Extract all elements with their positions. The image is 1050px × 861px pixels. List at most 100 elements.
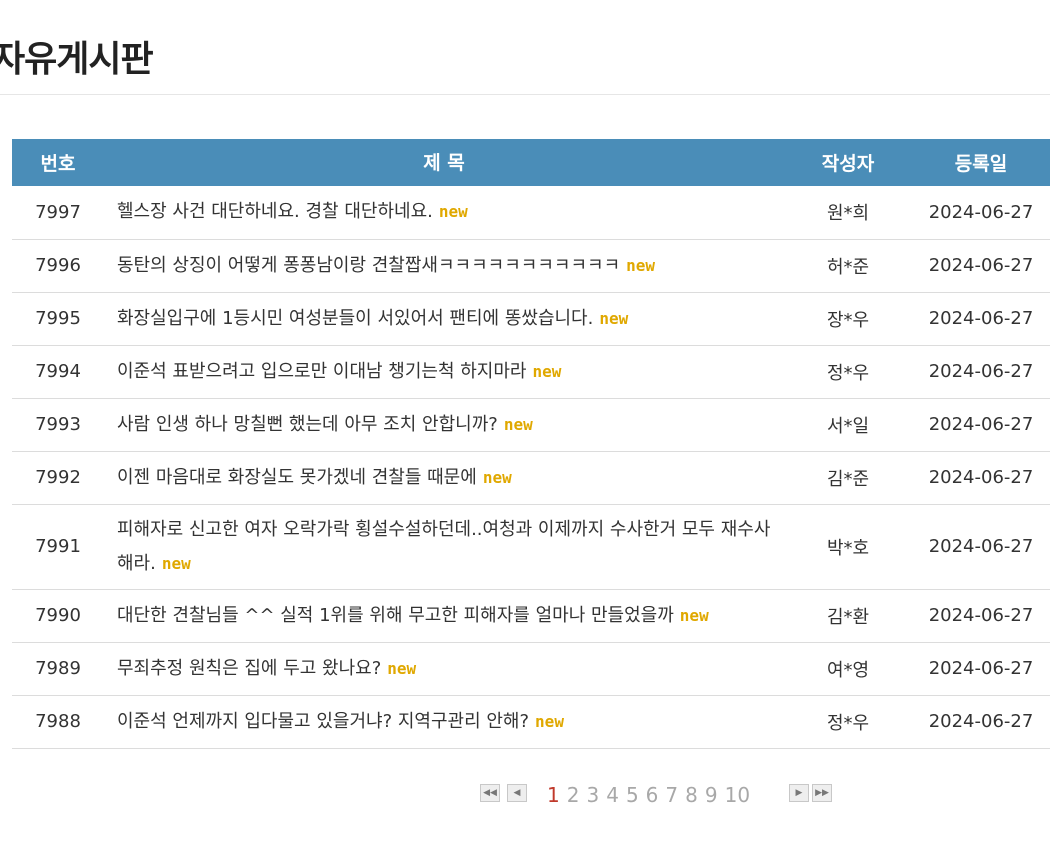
post-number: 7995 xyxy=(12,292,104,346)
post-subject-link[interactable]: 무죄추정 원칙은 집에 두고 왔나요? xyxy=(117,658,381,679)
post-subject-link[interactable]: 피해자로 신고한 여자 오락가락 횡설수설하던데..여청과 이제까지 수사한거 … xyxy=(117,519,770,574)
post-writer: 정*우 xyxy=(784,345,912,399)
post-row: 7989 무죄추정 원칙은 집에 두고 왔나요? new 여*영 2024-06-27 xyxy=(12,642,1050,696)
post-number: 7993 xyxy=(12,398,104,452)
post-date: 2024-06-27 xyxy=(912,398,1050,452)
post-subject-cell: 이준석 표받으려고 입으로만 이대남 챙기는척 하지마라 new xyxy=(104,345,784,399)
board-table: 번호 제 목 작성자 등록일 7997 헬스장 사건 대단하네요. 경찰 대단하네… xyxy=(12,139,1050,749)
post-writer: 박*호 xyxy=(784,504,912,590)
new-badge: new xyxy=(679,605,709,625)
post-subject-link[interactable]: 화장실입구에 1등시민 여성분들이 서있어서 팬티에 똥쌌습니다. xyxy=(117,308,593,329)
post-subject-link[interactable]: 대단한 견찰님들 ^^ 실적 1위를 위해 무고한 피해자를 얼마나 만들었을까 xyxy=(117,605,674,626)
post-subject-cell: 무죄추정 원칙은 집에 두고 왔나요? new xyxy=(104,642,784,696)
post-row: 7993 사람 인생 하나 망칠뻔 했는데 아무 조치 안합니까? new 서*일 20… xyxy=(12,398,1050,452)
post-subject-link[interactable]: 사람 인생 하나 망칠뻔 했는데 아무 조치 안합니까? xyxy=(117,414,498,435)
post-date: 2024-06-27 xyxy=(912,345,1050,399)
post-writer: 원*희 xyxy=(784,186,912,240)
post-writer: 김*환 xyxy=(784,589,912,643)
next-page-button[interactable]: ▶ xyxy=(789,784,809,802)
post-date: 2024-06-27 xyxy=(912,239,1050,293)
new-badge: new xyxy=(532,361,562,381)
post-row: 7988 이준석 언제까지 입다물고 있을거냐? 지역구관리 안해? new 정*우 2… xyxy=(12,695,1050,749)
new-badge: new xyxy=(161,553,191,573)
post-writer: 여*영 xyxy=(784,642,912,696)
post-number: 7988 xyxy=(12,695,104,749)
new-badge: new xyxy=(599,308,629,328)
post-subject-link[interactable]: 이준석 표받으려고 입으로만 이대남 챙기는척 하지마라 xyxy=(117,361,527,382)
prev-page-button[interactable]: ◀ xyxy=(507,784,527,802)
post-subject-link[interactable]: 이젠 마음대로 화장실도 못가겠네 견찰들 때문에 xyxy=(117,467,477,488)
left-arrow-icon: ◀ xyxy=(513,788,521,798)
post-subject-cell: 동탄의 상징이 어떻게 퐁퐁남이랑 견찰짭새ㅋㅋㅋㅋㅋㅋㅋㅋㅋㅋㅋ new xyxy=(104,239,784,293)
post-date: 2024-06-27 xyxy=(912,695,1050,749)
page-number-3[interactable]: 3 xyxy=(586,783,599,807)
page-number-5[interactable]: 5 xyxy=(626,783,639,807)
post-subject-cell: 피해자로 신고한 여자 오락가락 횡설수설하던데..여청과 이제까지 수사한거 … xyxy=(104,504,784,590)
post-subject-link[interactable]: 동탄의 상징이 어떻게 퐁퐁남이랑 견찰짭새ㅋㅋㅋㅋㅋㅋㅋㅋㅋㅋㅋ xyxy=(117,255,620,276)
col-header-subject: 제 목 xyxy=(104,139,784,186)
page-number-10[interactable]: 10 xyxy=(725,783,750,807)
post-number: 7992 xyxy=(12,451,104,505)
post-writer: 서*일 xyxy=(784,398,912,452)
post-date: 2024-06-27 xyxy=(912,589,1050,643)
post-row: 7996 동탄의 상징이 어떻게 퐁퐁남이랑 견찰짭새ㅋㅋㅋㅋㅋㅋㅋㅋㅋㅋㅋ new… xyxy=(12,239,1050,293)
right-arrow-icon: ▶ xyxy=(795,788,803,798)
post-date: 2024-06-27 xyxy=(912,292,1050,346)
post-subject-cell: 화장실입구에 1등시민 여성분들이 서있어서 팬티에 똥쌌습니다. new xyxy=(104,292,784,346)
post-row: 7997 헬스장 사건 대단하네요. 경찰 대단하네요. new 원*희 2024-06… xyxy=(12,186,1050,240)
post-row: 7992 이젠 마음대로 화장실도 못가겠네 견찰들 때문에 new 김*준 2024-… xyxy=(12,451,1050,505)
post-writer: 허*준 xyxy=(784,239,912,293)
post-writer: 정*우 xyxy=(784,695,912,749)
first-page-button[interactable]: ◀◀ xyxy=(480,784,500,802)
post-writer: 김*준 xyxy=(784,451,912,505)
title-bar: 자유게시판 xyxy=(0,0,1050,95)
page-numbers: 1 2 3 4 5 6 7 8 9 10 xyxy=(547,783,757,807)
post-subject-cell: 헬스장 사건 대단하네요. 경찰 대단하네요. new xyxy=(104,186,784,240)
post-number: 7997 xyxy=(12,186,104,240)
post-date: 2024-06-27 xyxy=(912,504,1050,590)
double-left-arrow-icon: ◀◀ xyxy=(483,788,497,798)
post-writer: 장*우 xyxy=(784,292,912,346)
col-header-no: 번호 xyxy=(12,139,104,186)
post-subject-cell: 사람 인생 하나 망칠뻔 했는데 아무 조치 안합니까? new xyxy=(104,398,784,452)
post-number: 7990 xyxy=(12,589,104,643)
board-body: 7997 헬스장 사건 대단하네요. 경찰 대단하네요. new 원*희 2024-06… xyxy=(12,186,1050,749)
post-date: 2024-06-27 xyxy=(912,186,1050,240)
post-row: 7995 화장실입구에 1등시민 여성분들이 서있어서 팬티에 똥쌌습니다. new… xyxy=(12,292,1050,346)
post-row: 7994 이준석 표받으려고 입으로만 이대남 챙기는척 하지마라 new 정*우 20… xyxy=(12,345,1050,399)
post-subject-cell: 이젠 마음대로 화장실도 못가겠네 견찰들 때문에 new xyxy=(104,451,784,505)
last-page-button[interactable]: ▶▶ xyxy=(812,784,832,802)
post-date: 2024-06-27 xyxy=(912,642,1050,696)
new-badge: new xyxy=(482,467,512,487)
page-number-7[interactable]: 7 xyxy=(665,783,678,807)
col-header-writer: 작성자 xyxy=(784,139,912,186)
page-number-2[interactable]: 2 xyxy=(567,783,580,807)
post-subject-cell: 이준석 언제까지 입다물고 있을거냐? 지역구관리 안해? new xyxy=(104,695,784,749)
post-number: 7991 xyxy=(12,504,104,590)
board-header-row: 번호 제 목 작성자 등록일 xyxy=(12,139,1050,186)
page-number-1[interactable]: 1 xyxy=(547,783,560,807)
post-subject-cell: 대단한 견찰님들 ^^ 실적 1위를 위해 무고한 피해자를 얼마나 만들었을까… xyxy=(104,589,784,643)
pagination: ◀◀ ◀ 1 2 3 4 5 6 7 8 9 10 ▶ ▶▶ xyxy=(0,781,1050,815)
post-number: 7989 xyxy=(12,642,104,696)
new-badge: new xyxy=(503,414,533,434)
post-row: 7991 피해자로 신고한 여자 오락가락 횡설수설하던데..여청과 이제까지 수… xyxy=(12,504,1050,590)
new-badge: new xyxy=(535,711,564,731)
post-subject-link[interactable]: 이준석 언제까지 입다물고 있을거냐? 지역구관리 안해? xyxy=(117,711,529,732)
col-header-date: 등록일 xyxy=(912,139,1050,186)
post-number: 7996 xyxy=(12,239,104,293)
new-badge: new xyxy=(438,202,468,222)
page-number-9[interactable]: 9 xyxy=(705,783,718,807)
post-row: 7990 대단한 견찰님들 ^^ 실적 1위를 위해 무고한 피해자를 얼마나 만… xyxy=(12,589,1050,643)
post-date: 2024-06-27 xyxy=(912,451,1050,505)
new-badge: new xyxy=(626,255,656,275)
page-number-8[interactable]: 8 xyxy=(685,783,698,807)
page-number-6[interactable]: 6 xyxy=(646,783,659,807)
page: 자유게시판 번호 제 목 작성자 등록일 7997 헬스장 사건 대단하네요. 경… xyxy=(0,0,1050,861)
new-badge: new xyxy=(387,658,417,678)
post-subject-link[interactable]: 헬스장 사건 대단하네요. 경찰 대단하네요. xyxy=(117,201,433,222)
double-right-arrow-icon: ▶▶ xyxy=(815,788,829,798)
post-number: 7994 xyxy=(12,345,104,399)
page-number-4[interactable]: 4 xyxy=(606,783,619,807)
page-title: 자유게시판 xyxy=(0,39,154,80)
